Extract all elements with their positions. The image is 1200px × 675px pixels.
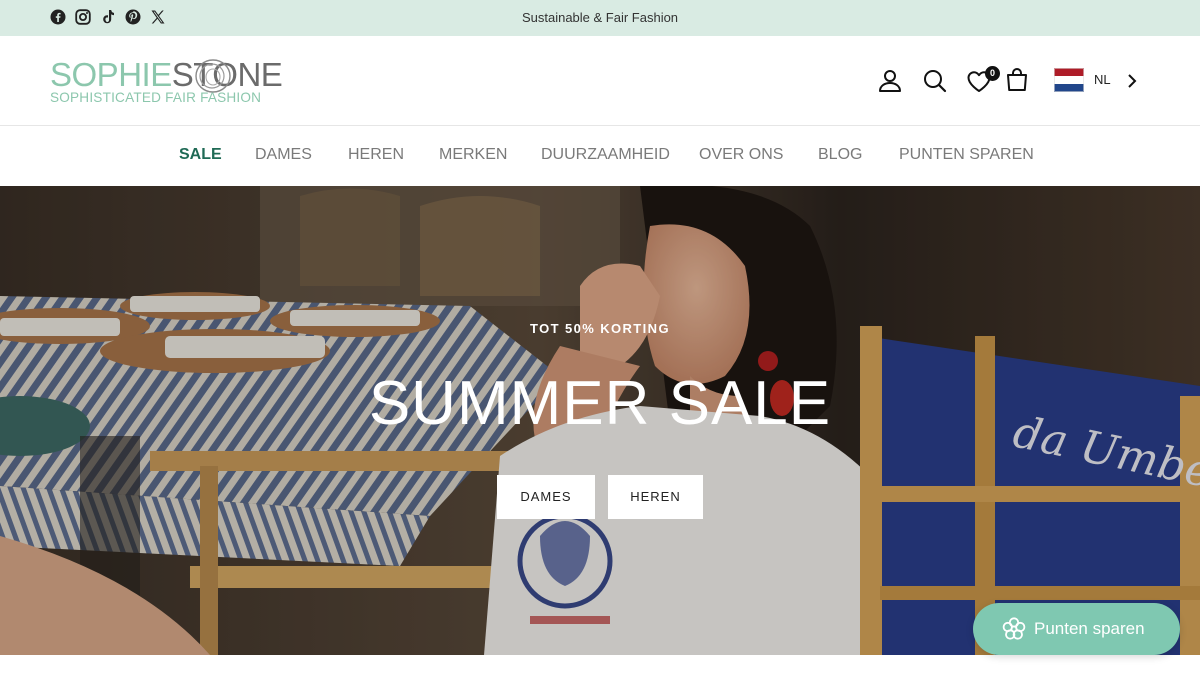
language-selector[interactable]: NL bbox=[1094, 72, 1111, 87]
announcement-bar: Sustainable & Fair Fashion bbox=[0, 0, 1200, 36]
nav-item-over-ons[interactable]: OVER ONS bbox=[699, 126, 783, 186]
hero-heren-button[interactable]: HEREN bbox=[608, 475, 703, 519]
hero-title: SUMMER SALE bbox=[368, 369, 832, 438]
logo-part-sophie: SOPHIE bbox=[50, 56, 172, 93]
hero-banner[interactable]: da Umberto TOT 50% KORTING SUMMER SALE D… bbox=[0, 186, 1200, 655]
chevron-right-icon[interactable] bbox=[1126, 73, 1138, 89]
cart-icon[interactable] bbox=[1005, 67, 1029, 93]
logo[interactable]: SOPHIESTONE SOPHISTICATED FAIR FASHION bbox=[50, 54, 283, 110]
logo-wordmark: SOPHIESTONE bbox=[50, 56, 283, 93]
nav-item-dames[interactable]: DAMES bbox=[255, 126, 312, 186]
search-icon[interactable] bbox=[922, 68, 948, 94]
nav-item-merken[interactable]: MERKEN bbox=[439, 126, 507, 186]
nav-item-blog[interactable]: BLOG bbox=[818, 126, 862, 186]
hero-kicker: TOT 50% KORTING bbox=[530, 321, 670, 336]
site-header: SOPHIESTONE SOPHISTICATED FAIR FASHION 0… bbox=[0, 36, 1200, 126]
nav-item-heren[interactable]: HEREN bbox=[348, 126, 404, 186]
nav-item-sale[interactable]: SALE bbox=[179, 126, 222, 186]
announcement-text: Sustainable & Fair Fashion bbox=[521, 10, 679, 25]
loyalty-points-button[interactable]: Punten sparen bbox=[973, 603, 1180, 655]
loyalty-label: Punten sparen bbox=[1034, 619, 1145, 638]
hero-dames-button[interactable]: DAMES bbox=[497, 475, 595, 519]
nav-item-punten-sparen[interactable]: PUNTEN SPAREN bbox=[899, 126, 1034, 186]
main-nav: SALE DAMES HEREN MERKEN DUURZAAMHEID OVE… bbox=[0, 126, 1200, 186]
nav-item-duurzaamheid[interactable]: DUURZAAMHEID bbox=[541, 126, 670, 186]
account-icon[interactable] bbox=[877, 68, 903, 94]
netherlands-flag-icon[interactable] bbox=[1054, 68, 1084, 92]
wishlist-count-badge: 0 bbox=[985, 66, 1000, 81]
flower-icon bbox=[1002, 617, 1026, 640]
logo-tagline: SOPHISTICATED FAIR FASHION bbox=[50, 90, 262, 105]
